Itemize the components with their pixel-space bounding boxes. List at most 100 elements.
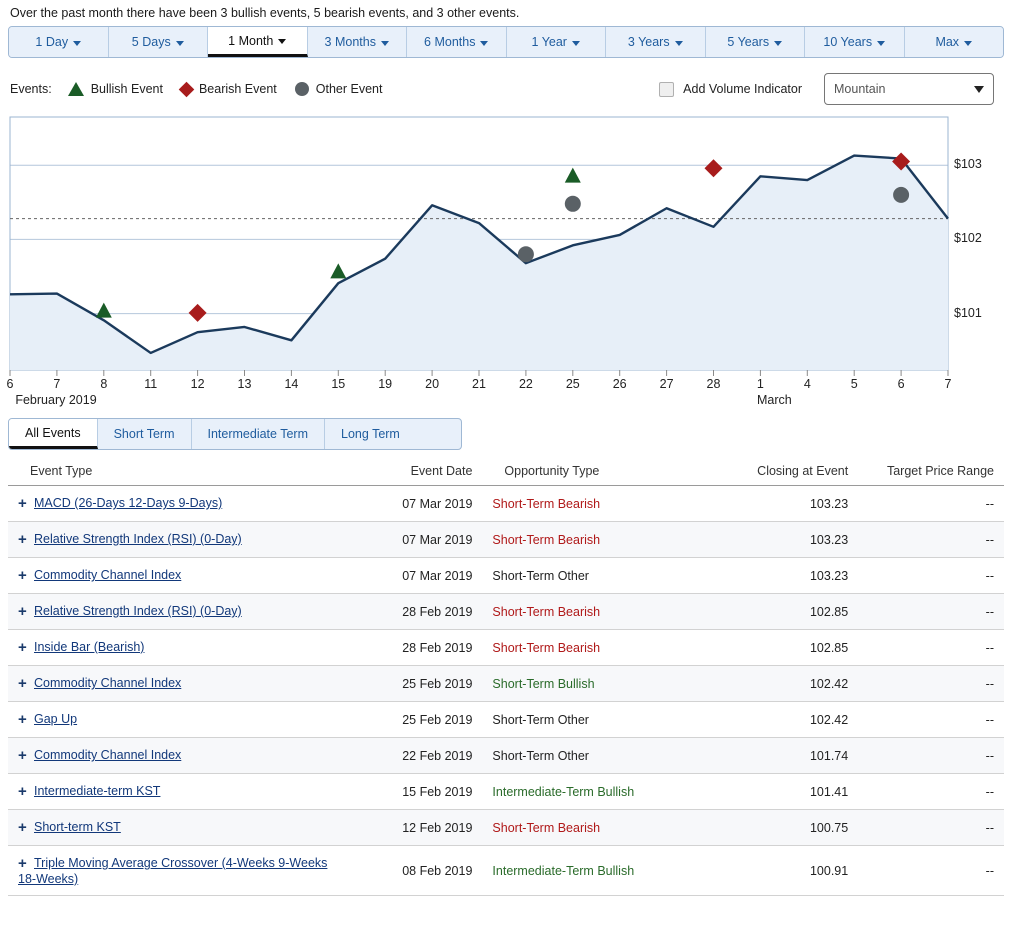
expand-row-icon[interactable]: + [18,639,34,656]
x-axis-tick-label: 27 [659,377,674,391]
column-header-opportunity-type[interactable]: Opportunity Type [482,464,708,486]
time-range-tabs: 1 Day 5 Days 1 Month 3 Months 6 Months 1 Year… [8,26,1004,58]
chevron-down-icon [774,40,783,46]
volume-indicator-control[interactable]: Add Volume Indicator [659,81,802,97]
table-row[interactable]: + Short-term KST 12 Feb 2019 Short-Term Bea… [8,809,1004,846]
x-axis-tick-label: 4 [803,377,811,391]
range-tab-max[interactable]: Max [904,27,1003,57]
event-type-link[interactable]: Relative Strength Index (RSI) (0-Day) [34,604,242,618]
event-type-link[interactable]: Commodity Channel Index [34,568,181,582]
event-type-link[interactable]: MACD (26-Days 12-Days 9-Days) [34,496,222,510]
range-tab-3-years[interactable]: 3 Years [606,27,706,57]
column-header-closing-at-event[interactable]: Closing at Event [707,464,859,486]
cell-opportunity-type: Short-Term Bearish [482,485,708,522]
cell-opportunity-type: Short-Term Bearish [482,629,708,666]
event-type-link[interactable]: Commodity Channel Index [34,748,181,762]
events-legend-label: Events: [10,82,52,96]
expand-row-icon[interactable]: + [18,747,34,764]
events-table: Event Type Event Date Opportunity Type C… [8,464,1004,896]
event-type-link[interactable]: Triple Moving Average Crossover (4-Weeks… [18,856,327,886]
table-row[interactable]: + Inside Bar (Bearish) 28 Feb 2019 Short-Te… [8,629,1004,666]
cell-event-type: + Gap Up [8,701,354,738]
column-header-event-date[interactable]: Event Date [353,464,483,486]
table-row[interactable]: + Gap Up 25 Feb 2019 Short-Term Other 102.42… [8,701,1004,738]
column-header-target-price-range[interactable]: Target Price Range [858,464,1004,486]
chevron-down-icon [674,40,683,46]
term-tab-long-term[interactable]: Long Term [325,419,416,449]
cell-target-price-range: -- [858,593,1004,630]
table-row[interactable]: + Commodity Channel Index 07 Mar 2019 Short… [8,557,1004,594]
range-tab-6-months[interactable]: 6 Months [407,27,507,57]
term-tab-all-events[interactable]: All Events [9,419,98,449]
chart-marker-other[interactable] [517,246,534,263]
range-tab-1-year[interactable]: 1 Year [506,27,606,57]
cell-event-date: 15 Feb 2019 [353,773,483,810]
range-tab-3-months[interactable]: 3 Months [307,27,407,57]
chart-marker-other[interactable] [564,195,581,212]
cell-opportunity-type: Intermediate-Term Bullish [482,773,708,810]
diamond-marker-icon [178,81,195,97]
table-row[interactable]: + Commodity Channel Index 22 Feb 2019 Short… [8,737,1004,774]
cell-closing-at-event: 103.23 [707,485,859,522]
x-axis-month-label: February 2019 [15,393,97,407]
range-tab-1-month[interactable]: 1 Month [208,27,308,57]
chevron-down-icon [571,40,580,46]
cell-closing-at-event: 102.85 [707,593,859,630]
legend-item-diamond: Bearish Event [178,81,277,97]
event-type-link[interactable]: Relative Strength Index (RSI) (0-Day) [34,532,242,546]
chevron-down-icon [974,85,984,93]
table-row[interactable]: + Triple Moving Average Crossover (4-Week… [8,845,1004,896]
cell-event-type: + Inside Bar (Bearish) [8,629,354,666]
expand-row-icon[interactable]: + [18,783,34,800]
range-tab-10-years[interactable]: 10 Years [805,27,905,57]
cell-target-price-range: -- [858,809,1004,846]
range-tab-1-day[interactable]: 1 Day [9,27,109,57]
table-row[interactable]: + Relative Strength Index (RSI) (0-Day) 07… [8,521,1004,558]
event-type-link[interactable]: Inside Bar (Bearish) [34,640,144,654]
volume-indicator-checkbox[interactable] [659,81,675,97]
chevron-down-icon [380,40,389,46]
range-tab-label: 10 Years [823,35,873,49]
y-axis-tick-label: $102 [954,231,982,246]
expand-row-icon[interactable]: + [18,711,34,728]
cell-opportunity-type: Short-Term Other [482,737,708,774]
event-type-link[interactable]: Commodity Channel Index [34,676,181,690]
chart-type-select[interactable]: Mountain [824,73,994,105]
table-row[interactable]: + Relative Strength Index (RSI) (0-Day) 28… [8,593,1004,630]
cell-target-price-range: -- [858,629,1004,666]
price-chart[interactable]: $101 $102 $103 6 7 8 11 12 13 14 15 19 20 21 22 25 26 27… [0,112,1012,412]
chart-marker-other[interactable] [893,186,910,203]
event-type-link[interactable]: Intermediate-term KST [34,784,160,798]
circle-marker-icon [294,82,309,96]
expand-row-icon[interactable]: + [18,567,34,584]
cell-target-price-range: -- [858,701,1004,738]
cell-target-price-range: -- [858,845,1004,896]
expand-row-icon[interactable]: + [18,531,34,548]
expand-row-icon[interactable]: + [18,675,34,692]
x-axis-tick-label: 13 [237,377,252,391]
cell-target-price-range: -- [858,521,1004,558]
event-type-link[interactable]: Gap Up [34,712,77,726]
x-axis-tick-label: 6 [897,377,905,391]
table-row[interactable]: + Intermediate-term KST 15 Feb 2019 Interme… [8,773,1004,810]
chevron-down-icon [877,40,886,46]
expand-row-icon[interactable]: + [18,603,34,620]
range-tab-5-years[interactable]: 5 Years [705,27,805,57]
expand-row-icon[interactable]: + [18,495,34,512]
table-row[interactable]: + Commodity Channel Index 25 Feb 2019 Short… [8,665,1004,702]
x-axis-tick-label: 7 [53,377,61,391]
range-tab-5-days[interactable]: 5 Days [108,27,208,57]
table-row[interactable]: + MACD (26-Days 12-Days 9-Days) 07 Mar 201… [8,485,1004,522]
expand-row-icon[interactable]: + [18,819,34,836]
column-header-event-type[interactable]: Event Type [8,464,354,486]
legend-item-label: Bullish Event [90,82,163,96]
term-tab-short-term[interactable]: Short Term [97,419,192,449]
cell-target-price-range: -- [858,773,1004,810]
x-axis-tick-label: 22 [518,377,533,391]
range-tab-label: 3 Months [324,35,376,49]
x-axis-tick-label: 26 [612,377,627,391]
event-type-link[interactable]: Short-term KST [34,820,121,834]
x-axis-tick-label: 8 [100,377,108,391]
term-tab-intermediate-term[interactable]: Intermediate Term [191,419,326,449]
expand-row-icon[interactable]: + [18,855,34,872]
